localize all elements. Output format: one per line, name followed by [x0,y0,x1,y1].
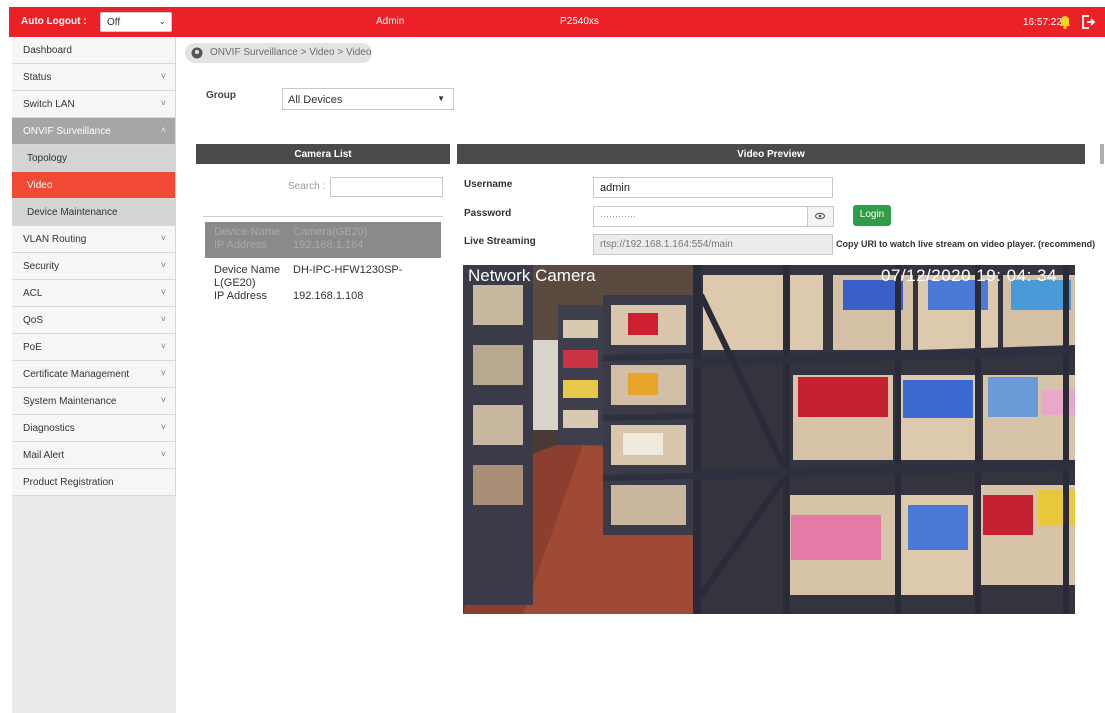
osd-camera-title: Network Camera [468,266,596,285]
video-stream[interactable]: Network Camera 07/12/2020 19: 04: 34 [463,265,1075,614]
live-streaming-label: Live Streaming [464,236,536,247]
sidebar-item-security[interactable]: Security ˅ [12,253,175,280]
video-preview-title: Video Preview [737,149,805,160]
chevron-down-icon: ˅ [160,422,166,432]
chevron-down-icon: ˅ [160,449,166,459]
sidebar-item-topology[interactable]: Topology [12,145,175,172]
chevron-down-icon: ˅ [160,314,166,324]
breadcrumb: ONVIF Surveillance > Video > Video [185,43,372,63]
camera-list-item[interactable]: Device Name Camera(GE20) IP Address 192.16… [205,222,441,258]
chevron-up-icon: ˄ [160,125,166,135]
group-select[interactable]: All Devices ▼ [282,88,454,110]
ip-address-value: 192.168.1.164 [293,239,364,251]
sidebar-item-label: VLAN Routing [23,234,87,245]
sidebar-item-label: System Maintenance [23,396,117,407]
eye-icon [814,212,826,220]
sidebar-item-mail-alert[interactable]: Mail Alert ˅ [12,442,175,469]
password-field[interactable]: ············ [593,206,808,227]
chevron-down-icon: ˅ [160,233,166,243]
show-password-button[interactable] [807,206,834,227]
sidebar-item-label: Topology [27,153,68,164]
device-name-key: Device Name [214,226,281,238]
sidebar-item-label: Device Maintenance [27,207,118,218]
bell-icon[interactable] [1057,14,1073,30]
username-field[interactable]: admin [593,177,833,198]
sidebar-item-label: PoE [23,342,42,353]
sidebar-item-vlan-routing[interactable]: VLAN Routing ˅ [12,226,175,253]
chevron-down-icon: ˅ [160,368,166,378]
sidebar-item-poe[interactable]: PoE ˅ [12,334,175,361]
sidebar-item-status[interactable]: Status ˅ [12,64,175,91]
location-icon [191,47,203,59]
device-name-key: Device Name [214,264,281,276]
dropdown-arrow-icon: ▼ [437,94,445,103]
login-label: Login [859,209,885,220]
sidebar: Dashboard Status ˅ Switch LAN ˅ ONVIF Surv… [12,37,176,713]
chevron-down-icon: ˅ [160,341,166,351]
device-name-value: Camera(GE20) [293,226,368,238]
logout-icon[interactable] [1080,14,1096,30]
sidebar-item-label: Dashboard [23,45,72,56]
chevron-down-icon: ˅ [160,71,166,81]
auto-logout-value: Off [107,17,121,28]
video-preview-header: Video Preview [457,144,1085,164]
password-label: Password [464,208,512,219]
sidebar-item-label: Certificate Management [23,369,130,380]
sidebar-item-device-maintenance[interactable]: Device Maintenance [12,199,175,226]
search-label: Search : [288,181,326,192]
camera-list-title: Camera List [294,149,352,160]
live-streaming-uri: rtsp://192.168.1.164:554/main [600,239,733,250]
osd-timestamp: 07/12/2020 19: 04: 34 [881,266,1057,285]
ip-address-key: IP Address [214,290,267,302]
device-model: P2540xs [560,16,599,27]
current-user: Admin [376,16,405,27]
sidebar-item-video[interactable]: Video [12,172,175,199]
chevron-down-icon: ˅ [160,395,166,405]
scroll-edge [1100,144,1104,164]
sidebar-item-system-maintenance[interactable]: System Maintenance ˅ [12,388,175,415]
password-value: ············ [600,211,636,221]
camera-search-input[interactable] [330,177,443,197]
sidebar-item-label: ONVIF Surveillance [23,126,111,137]
chevron-down-icon: ⌄ [158,16,166,26]
sidebar-item-onvif-surveillance[interactable]: ONVIF Surveillance ˄ [12,118,175,145]
login-button[interactable]: Login [853,205,891,226]
sidebar-item-switch-lan[interactable]: Switch LAN ˅ [12,91,175,118]
camera-list-header: Camera List [196,144,450,164]
warehouse-camera-image [463,265,1075,614]
chevron-down-icon: ˅ [160,98,166,108]
username-label: Username [464,179,513,190]
auto-logout-select[interactable]: Off ⌄ [100,12,172,32]
top-bar: Auto Logout : Off ⌄ Admin P2540xs 16:57:… [9,7,1105,37]
ip-address-value: 192.168.1.108 [293,290,364,302]
sidebar-item-label: Security [23,261,60,272]
live-streaming-uri-field[interactable]: rtsp://192.168.1.164:554/main [593,234,833,255]
sidebar-item-qos[interactable]: QoS ˅ [12,307,175,334]
sidebar-item-label: QoS [23,315,44,326]
group-label: Group [206,90,236,101]
sidebar-item-label: Video [27,180,53,191]
ip-address-key: IP Address [214,239,267,251]
chevron-down-icon: ˅ [160,260,166,270]
camera-list-item[interactable]: Device Name DH-IPC-HFW1230SP-L(GE20) IP A… [205,260,441,302]
sidebar-item-product-registration[interactable]: Product Registration [12,469,175,496]
sidebar-item-certificate-management[interactable]: Certificate Management ˅ [12,361,175,388]
username-value: admin [600,182,630,194]
sidebar-item-label: Diagnostics [23,423,75,434]
sidebar-item-label: Product Registration [23,477,114,488]
sidebar-item-diagnostics[interactable]: Diagnostics ˅ [12,415,175,442]
sidebar-item-dashboard[interactable]: Dashboard [12,37,175,64]
sidebar-item-acl[interactable]: ACL ˅ [12,280,175,307]
auto-logout-label: Auto Logout : [21,16,87,27]
copy-uri-note: Copy URI to watch live stream on video p… [836,239,1096,249]
sidebar-item-label: Status [23,72,52,83]
sidebar-background [12,496,176,713]
group-value: All Devices [288,94,343,106]
breadcrumb-text: ONVIF Surveillance > Video > Video [210,47,372,58]
sidebar-item-label: Mail Alert [23,450,65,461]
sidebar-item-label: Switch LAN [23,99,75,110]
divider [203,216,443,217]
chevron-down-icon: ˅ [160,287,166,297]
sidebar-item-label: ACL [23,288,43,299]
